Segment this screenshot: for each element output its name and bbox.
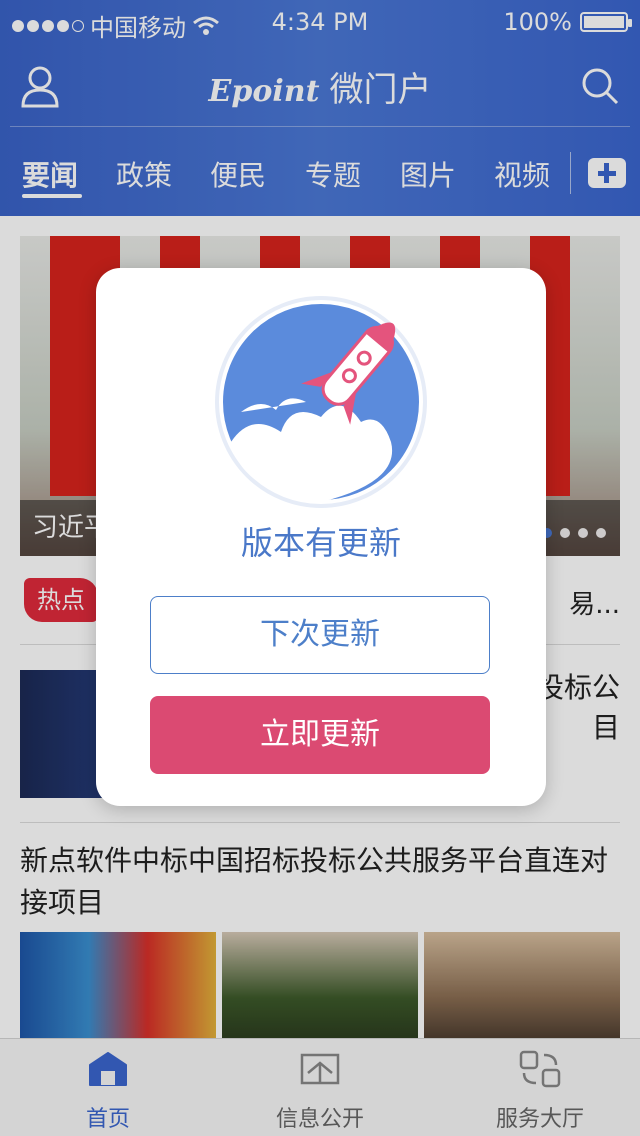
update-now-button[interactable]: 立即更新 bbox=[150, 696, 490, 774]
dialog-title: 版本有更新 bbox=[240, 524, 401, 562]
rocket-icon bbox=[215, 296, 427, 508]
update-later-button[interactable]: 下次更新 bbox=[150, 596, 490, 674]
update-dialog: 版本有更新 下次更新 立即更新 bbox=[96, 268, 546, 806]
